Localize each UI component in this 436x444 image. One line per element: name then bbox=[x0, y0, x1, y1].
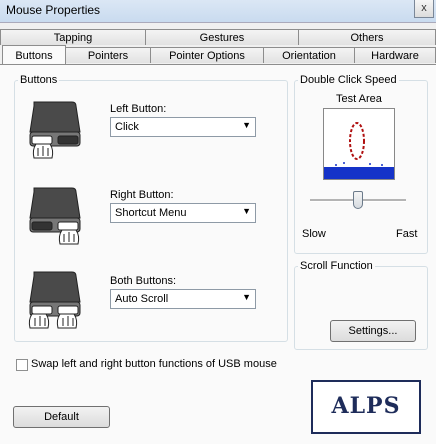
tab-label: Hardware bbox=[371, 50, 419, 62]
test-area-icon bbox=[335, 122, 383, 166]
test-area-label: Test Area bbox=[336, 93, 382, 105]
close-button[interactable]: x bbox=[414, 0, 434, 18]
title-bar: Mouse Properties x bbox=[0, 0, 436, 23]
window-title: Mouse Properties bbox=[6, 3, 101, 17]
tab-label: Tapping bbox=[53, 32, 93, 44]
mouse-right-icon bbox=[29, 187, 81, 245]
default-button[interactable]: Default bbox=[13, 406, 110, 428]
left-button-label: Left Button: bbox=[110, 103, 167, 115]
double-click-title: Double Click Speed bbox=[298, 74, 399, 86]
speed-slider-thumb[interactable] bbox=[353, 191, 363, 209]
tab-pointer-options[interactable]: Pointer Options bbox=[150, 47, 264, 63]
tab-label: Others bbox=[350, 32, 384, 44]
both-buttons-select[interactable]: Auto Scroll ▼ bbox=[110, 289, 256, 309]
tab-label: Gestures bbox=[199, 32, 245, 44]
chevron-down-icon: ▼ bbox=[242, 292, 251, 302]
right-button-value: Shortcut Menu bbox=[115, 207, 187, 219]
tab-others[interactable]: Others bbox=[298, 29, 436, 45]
scroll-function-title: Scroll Function bbox=[298, 260, 375, 272]
logo-text: ALPS bbox=[331, 393, 401, 419]
tab-row-top: Tapping Gestures Others bbox=[0, 29, 436, 46]
fast-label: Fast bbox=[396, 228, 418, 240]
close-icon: x bbox=[421, 2, 427, 14]
tab-label: Pointers bbox=[87, 50, 129, 62]
settings-button-label: Settings... bbox=[348, 325, 398, 337]
left-button-value: Click bbox=[115, 121, 139, 133]
chevron-down-icon: ▼ bbox=[242, 206, 251, 216]
both-buttons-value: Auto Scroll bbox=[115, 293, 169, 305]
right-button-label: Right Button: bbox=[110, 189, 174, 201]
tab-hardware[interactable]: Hardware bbox=[354, 47, 436, 63]
left-button-select[interactable]: Click ▼ bbox=[110, 117, 256, 137]
test-area[interactable] bbox=[323, 108, 395, 180]
tab-row-bottom: Buttons Pointers Pointer Options Orienta… bbox=[0, 45, 436, 64]
tab-orientation[interactable]: Orientation bbox=[263, 47, 355, 63]
tab-pointers[interactable]: Pointers bbox=[65, 47, 151, 63]
swap-buttons-label[interactable]: Swap left and right button functions of … bbox=[31, 358, 277, 370]
swap-buttons-checkbox[interactable] bbox=[16, 359, 28, 371]
tab-label: Buttons bbox=[15, 50, 53, 62]
tab-tapping[interactable]: Tapping bbox=[0, 29, 146, 45]
chevron-down-icon: ▼ bbox=[242, 120, 251, 130]
right-button-select[interactable]: Shortcut Menu ▼ bbox=[110, 203, 256, 223]
tab-gestures[interactable]: Gestures bbox=[145, 29, 299, 45]
tab-label: Orientation bbox=[282, 50, 336, 62]
both-buttons-label: Both Buttons: bbox=[110, 275, 177, 287]
mouse-left-icon bbox=[29, 101, 81, 159]
mouse-both-icon bbox=[28, 271, 81, 329]
settings-button[interactable]: Settings... bbox=[330, 320, 416, 342]
buttons-group-title: Buttons bbox=[18, 74, 60, 86]
alps-logo: ALPS bbox=[311, 380, 421, 434]
default-button-label: Default bbox=[44, 411, 79, 423]
tab-buttons[interactable]: Buttons bbox=[2, 45, 66, 64]
tab-label: Pointer Options bbox=[169, 50, 245, 62]
slow-label: Slow bbox=[302, 228, 326, 240]
